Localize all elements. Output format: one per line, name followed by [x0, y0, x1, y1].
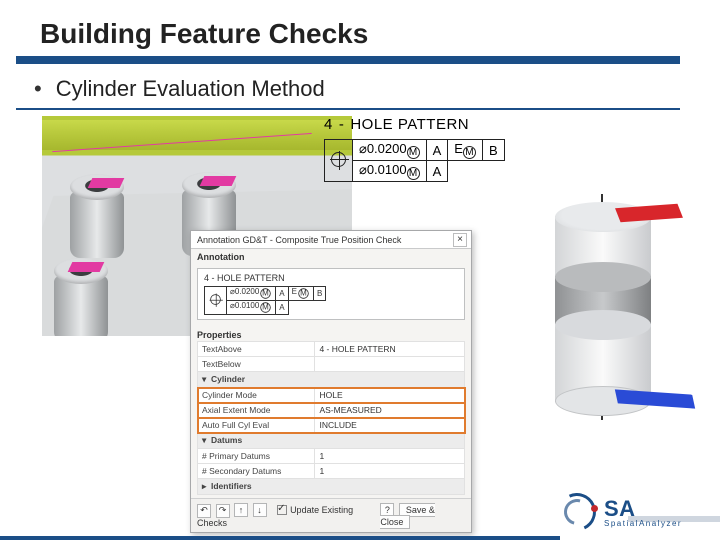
annotation-preview[interactable]: 4 - HOLE PATTERN ⌀0.0200M A EM B ⌀0.0100… — [197, 268, 465, 320]
collapse-icon[interactable]: ▾ — [202, 374, 211, 385]
sa-logo-icon — [556, 491, 598, 533]
redo-icon[interactable]: ↷ — [216, 504, 230, 518]
move-up-icon[interactable]: ↑ — [234, 503, 248, 517]
prop-key: # Primary Datums — [198, 449, 315, 464]
prop-group-cylinder[interactable]: ▾Cylinder — [198, 372, 465, 388]
prop-row-axialmode[interactable]: Axial Extent ModeAS-MEASURED — [198, 403, 465, 418]
render-hole-3 — [54, 258, 108, 336]
dialog-titlebar[interactable]: Annotation GD&T - Composite True Positio… — [191, 231, 471, 249]
render-hole-1 — [70, 174, 124, 258]
fcf-r1-tol: ⌀0.0200 — [359, 141, 407, 156]
bullet-text: Cylinder Evaluation Method — [56, 76, 325, 102]
afcf-r1-tol: ⌀0.0200 — [230, 287, 259, 296]
annotation-label: 4 - HOLE PATTERN — [204, 273, 458, 283]
afcf-r1-d3: B — [313, 287, 325, 301]
bullet-row: • Cylinder Evaluation Method — [0, 74, 720, 106]
content-area: 4 - HOLE PATTERN ⌀0.0200M A EM B ⌀0.0100… — [0, 110, 720, 490]
brand-text: SA SpatialAnalyzer — [604, 496, 682, 528]
bullet-dot-icon: • — [34, 78, 42, 100]
group-label: Datums — [211, 435, 242, 445]
section-properties-header: Properties — [191, 327, 471, 341]
fcf-r1-d3: B — [482, 140, 504, 161]
afcf-r1-d2: E — [292, 287, 297, 296]
position-symbol-icon — [331, 152, 346, 167]
prop-row-autofull[interactable]: Auto Full Cyl EvalINCLUDE — [198, 418, 465, 433]
footer-bar — [0, 536, 560, 540]
prop-row-textabove[interactable]: TextAbove4 - HOLE PATTERN — [198, 342, 465, 357]
annotation-dialog: Annotation GD&T - Composite True Positio… — [190, 230, 472, 533]
prop-key: Axial Extent Mode — [198, 403, 315, 418]
title-rule — [16, 56, 680, 64]
callout-sep: - — [339, 116, 345, 133]
mmc-icon: M — [261, 288, 271, 298]
render-top-surface — [42, 120, 352, 150]
prop-val[interactable]: 1 — [315, 449, 465, 464]
group-label: Cylinder — [211, 374, 245, 384]
mmc-icon: M — [407, 146, 420, 159]
prop-key: Cylinder Mode — [198, 388, 315, 403]
callout-prefix: 4 — [324, 116, 333, 133]
section-annotation-header: Annotation — [191, 249, 471, 263]
fcf-r1-d1: A — [426, 140, 448, 161]
slide-title: Building Feature Checks — [0, 18, 720, 56]
group-label: Identifiers — [211, 481, 252, 491]
callout-name: HOLE PATTERN — [350, 116, 469, 133]
gdt-callout: 4 - HOLE PATTERN ⌀0.0200M A EM B ⌀0.0100… — [324, 116, 580, 182]
brand-sub: SpatialAnalyzer — [604, 519, 682, 528]
afcf-r2-tol: ⌀0.0100 — [230, 301, 259, 310]
expand-icon[interactable]: ▸ — [202, 481, 211, 492]
prop-row-cylmode[interactable]: Cylinder ModeHOLE — [198, 388, 465, 403]
close-icon[interactable]: × — [453, 233, 467, 247]
undo-icon[interactable]: ↶ — [197, 504, 211, 518]
prop-val[interactable]: INCLUDE — [315, 418, 465, 433]
checkbox-icon[interactable] — [277, 505, 287, 515]
position-symbol-icon — [210, 294, 221, 305]
fcf-r2-d1: A — [426, 161, 448, 182]
mmc-icon: M — [298, 288, 308, 298]
afcf-r1-d1: A — [276, 287, 288, 301]
prop-key: TextBelow — [198, 357, 315, 372]
cylinder-visualization — [528, 200, 678, 440]
fcf-r2-tol: ⌀0.0100 — [359, 162, 407, 177]
properties-table: TextAbove4 - HOLE PATTERN TextBelow ▾Cyl… — [197, 341, 465, 495]
prop-key: Auto Full Cyl Eval — [198, 418, 315, 433]
prop-row-textbelow[interactable]: TextBelow — [198, 357, 465, 372]
prop-group-datums[interactable]: ▾Datums — [198, 433, 465, 449]
mmc-icon: M — [463, 146, 476, 159]
move-down-icon[interactable]: ↓ — [253, 503, 267, 517]
prop-row-secondary[interactable]: # Secondary Datums1 — [198, 464, 465, 479]
fcf-r1-d2: E — [454, 141, 463, 156]
mmc-icon: M — [407, 167, 420, 180]
prop-key: # Secondary Datums — [198, 464, 315, 479]
red-flag-icon — [615, 204, 683, 222]
slide: Building Feature Checks • Cylinder Evalu… — [0, 0, 720, 540]
prop-group-identifiers[interactable]: ▸Identifiers — [198, 479, 465, 495]
prop-val[interactable]: 4 - HOLE PATTERN — [315, 342, 465, 357]
prop-val[interactable] — [315, 357, 465, 372]
dialog-footer: ↶ ↷ ↑ ↓ Update Existing Checks ? Save & … — [191, 498, 471, 532]
brand-footer: SA SpatialAnalyzer — [556, 490, 706, 534]
brand-main: SA — [604, 496, 636, 521]
collapse-icon[interactable]: ▾ — [202, 435, 211, 446]
annotation-fcf: ⌀0.0200M A EM B ⌀0.0100M A — [204, 286, 326, 315]
prop-val[interactable]: HOLE — [315, 388, 465, 403]
mmc-icon: M — [261, 302, 271, 312]
prop-val[interactable]: 1 — [315, 464, 465, 479]
prop-key: TextAbove — [198, 342, 315, 357]
dialog-title: Annotation GD&T - Composite True Positio… — [197, 235, 401, 245]
prop-val[interactable]: AS-MEASURED — [315, 403, 465, 418]
prop-row-primary[interactable]: # Primary Datums1 — [198, 449, 465, 464]
feature-control-frame: ⌀0.0200M A EM B ⌀0.0100M A — [324, 139, 505, 182]
afcf-r2-d1: A — [276, 301, 288, 315]
